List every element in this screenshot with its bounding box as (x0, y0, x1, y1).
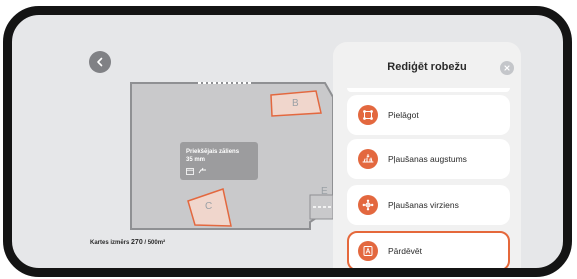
lawn-name: Priekšējais zāliens (186, 149, 240, 155)
menu-item-adjust[interactable]: Pielāgot (347, 95, 510, 135)
lawn-info-card[interactable]: Priekšējais zāliens 35 mm (180, 142, 258, 180)
zone-b-label[interactable]: B (292, 98, 299, 109)
menu-item-mowing-height[interactable]: Pļaušanas augstums (347, 139, 510, 179)
device-frame: B C E Priekšējais zāliens 35 mm Kartes i… (3, 6, 572, 277)
edit-boundary-panel: Rediģēt robežu Pielāgot Pļaušanas augstu… (333, 42, 521, 268)
zone-e-label[interactable]: E (321, 186, 328, 197)
chevron-left-icon (97, 57, 103, 67)
map-size-label: Kartes izmērs (90, 240, 130, 246)
close-icon (504, 65, 510, 71)
map-size-unit: / 500m² (144, 240, 166, 246)
zone-c-label[interactable]: C (205, 201, 212, 212)
panel-title: Rediģēt robežu (387, 61, 467, 73)
close-button[interactable] (500, 61, 514, 75)
calendar-icon (186, 167, 194, 178)
menu-item-hidden-top[interactable] (347, 88, 510, 92)
menu-item-adjust-label: Pielāgot (388, 110, 419, 120)
menu-item-mowing-height-label: Pļaušanas augstums (388, 154, 467, 164)
menu-item-mowing-direction-label: Pļaušanas virziens (388, 200, 459, 210)
lawn-height: 35 mm (186, 157, 206, 163)
adjust-icon (358, 105, 378, 125)
rename-icon (358, 241, 378, 261)
mowing-direction-icon (358, 195, 378, 215)
mowing-height-icon (358, 149, 378, 169)
menu-item-mowing-direction[interactable]: Pļaušanas virziens (347, 185, 510, 225)
menu-item-rename-label: Pārdēvēt (388, 246, 423, 256)
map-size-value: 270 (131, 239, 143, 246)
map-size-readout: Kartes izmērs 270 / 500m² (90, 239, 165, 246)
back-button[interactable] (89, 51, 111, 73)
mower-icon (198, 167, 207, 178)
menu-item-rename[interactable]: Pārdēvēt (347, 231, 510, 268)
